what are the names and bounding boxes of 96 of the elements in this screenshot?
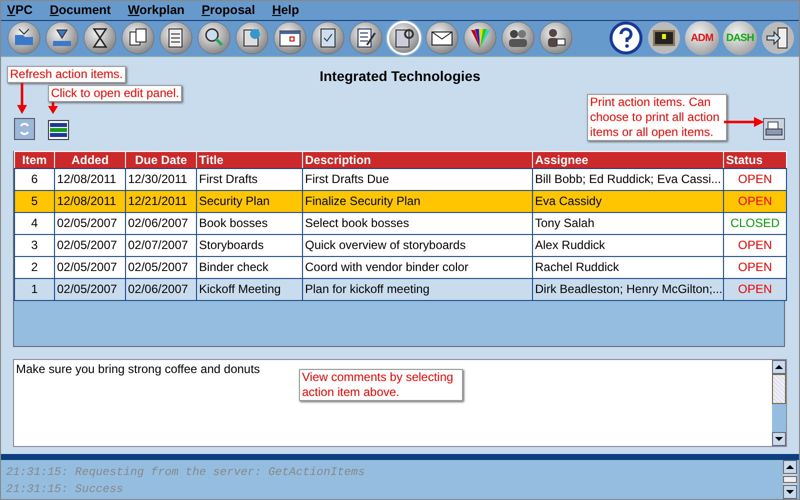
column-header[interactable]: Item: [14, 151, 54, 168]
table-cell: Bill Bobb; Ed Ruddick; Eva Cassi...: [532, 168, 724, 190]
arrow: [48, 102, 58, 114]
status-text: CLOSED: [730, 216, 780, 230]
table-cell: 02/05/2007: [126, 256, 196, 278]
table-cell: Dirk Beadleston; Henry McGilton;...: [532, 278, 724, 300]
table-row[interactable]: 3 02/05/2007 02/07/2007 Storyboards Quick overview of storyboards Alex Ruddick OPEN: [14, 234, 786, 256]
table-cell: Finalize Security Plan: [302, 190, 532, 212]
refresh-icon[interactable]: [14, 118, 35, 140]
table-cell: Security Plan: [196, 190, 302, 212]
table-cell: Kickoff Meeting: [196, 278, 302, 300]
scroll-up-icon[interactable]: [772, 360, 786, 374]
table-cell: Plan for kickoff meeting: [302, 278, 532, 300]
checklist-icon[interactable]: [311, 21, 345, 56]
table-cell: 12/08/2011: [54, 190, 126, 212]
arrow: [724, 117, 764, 127]
callout-note: Click to open edit panel.: [48, 85, 182, 102]
column-header[interactable]: Description: [302, 151, 532, 168]
edit-panel-icon[interactable]: [48, 120, 69, 140]
scrollbar-thumb[interactable]: [772, 374, 786, 404]
table-cell: Tony Salah: [532, 212, 724, 234]
people-icon[interactable]: [501, 21, 535, 56]
printer-icon[interactable]: [763, 118, 785, 140]
scrollbar-thumb[interactable]: [783, 476, 797, 483]
arrow: [17, 83, 27, 115]
search-icon[interactable]: [197, 21, 231, 56]
menu-item[interactable]: Document: [50, 3, 111, 18]
edit-document-icon[interactable]: [349, 21, 383, 56]
table-cell: Alex Ruddick: [532, 234, 724, 256]
monitor-icon[interactable]: [647, 21, 681, 56]
table-cell: 02/06/2007: [126, 278, 196, 300]
scroll-up-icon[interactable]: [783, 460, 797, 474]
table-cell: 3: [14, 234, 54, 256]
table-cell: 5: [14, 190, 54, 212]
column-header[interactable]: Status: [724, 151, 786, 168]
table-cell: 02/06/2007: [126, 212, 196, 234]
menu-item[interactable]: Help: [272, 3, 300, 18]
column-header[interactable]: Due Date: [126, 151, 196, 168]
table-cell: First Drafts Due: [302, 168, 532, 190]
table-row[interactable]: 1 02/05/2007 02/06/2007 Kickoff Meeting Plan for kickoff meeting Dirk Beadleston; Henry McGilton;... OPEN: [14, 278, 786, 300]
table-cell: Storyboards: [196, 234, 302, 256]
menu-item[interactable]: Proposal: [202, 3, 256, 18]
scroll-down-icon[interactable]: [772, 432, 786, 446]
documents-icon[interactable]: [121, 21, 155, 56]
table-cell: First Drafts: [196, 168, 302, 190]
scroll-down-icon[interactable]: [783, 485, 797, 499]
table-row[interactable]: 6 12/08/2011 12/30/2011 First Drafts First Drafts Due Bill Bobb; Ed Ruddick; Eva Cassi... OPEN: [14, 168, 786, 190]
door-icon[interactable]: [761, 21, 795, 56]
table-cell: 2: [14, 256, 54, 278]
table-cell: Book bosses: [196, 212, 302, 234]
table-cell: Coord with vendor binder color: [302, 256, 532, 278]
status-text: OPEN: [738, 194, 772, 208]
table-cell: 02/07/2007: [126, 234, 196, 256]
table-cell: Binder check: [196, 256, 302, 278]
column-header[interactable]: Assignee: [532, 151, 724, 168]
tray-icon[interactable]: [45, 21, 79, 56]
new-document-icon[interactable]: [159, 21, 193, 56]
comment-text: Make sure you bring strong coffee and donuts: [16, 362, 260, 376]
calendar-icon[interactable]: [273, 21, 307, 56]
menu-item[interactable]: VPC: [7, 3, 33, 18]
callout-note: View comments by selecting action item above.: [299, 369, 463, 401]
color-fan-icon[interactable]: [463, 21, 497, 56]
menu-item[interactable]: Workplan: [128, 3, 185, 18]
status-text: OPEN: [738, 260, 772, 274]
table-row[interactable]: 2 02/05/2007 02/05/2007 Binder check Coord with vendor binder color Rachel Ruddick OPEN: [14, 256, 786, 278]
table-cell: Select book bosses: [302, 212, 532, 234]
table-cell: Quick overview of storyboards: [302, 234, 532, 256]
table-cell: 12/21/2011: [126, 190, 196, 212]
table-cell: 02/05/2007: [54, 278, 126, 300]
table-cell: Eva Cassidy: [532, 190, 724, 212]
folder-icon[interactable]: [7, 21, 41, 56]
column-header[interactable]: Title: [196, 151, 302, 168]
table-cell: 02/05/2007: [54, 212, 126, 234]
table-cell: 12/30/2011: [126, 168, 196, 190]
table-cell: 1: [14, 278, 54, 300]
table-cell: 6: [14, 168, 54, 190]
status-text: OPEN: [738, 282, 772, 296]
table-cell: Rachel Ruddick: [532, 256, 724, 278]
callout-note: Print action items. Can choose to print all action items or all open items.: [587, 94, 727, 141]
table-cell: 12/08/2011: [54, 168, 126, 190]
log-line: 21:31:15: Success: [6, 482, 124, 498]
hourglass-icon[interactable]: [83, 21, 117, 56]
column-header[interactable]: Added: [54, 151, 126, 168]
help-icon[interactable]: [609, 21, 643, 56]
envelope-icon[interactable]: [425, 21, 459, 56]
table-row[interactable]: 5 12/08/2011 12/21/2011 Security Plan Finalize Security Plan Eva Cassidy OPEN: [14, 190, 786, 212]
table-cell: 02/05/2007: [54, 256, 126, 278]
table-row[interactable]: 4 02/05/2007 02/06/2007 Book bosses Select book bosses Tony Salah CLOSED: [14, 212, 786, 234]
status-text: OPEN: [738, 172, 772, 186]
status-text: OPEN: [738, 238, 772, 252]
table-cell: 02/05/2007: [54, 234, 126, 256]
page-title: Integrated Technologies: [320, 68, 480, 84]
callout-note: Refresh action items.: [7, 66, 126, 83]
table-cell: 4: [14, 212, 54, 234]
person-card-icon[interactable]: [539, 21, 573, 56]
log-line: 21:31:15: Requesting from the server: GetActionItems: [6, 465, 366, 481]
